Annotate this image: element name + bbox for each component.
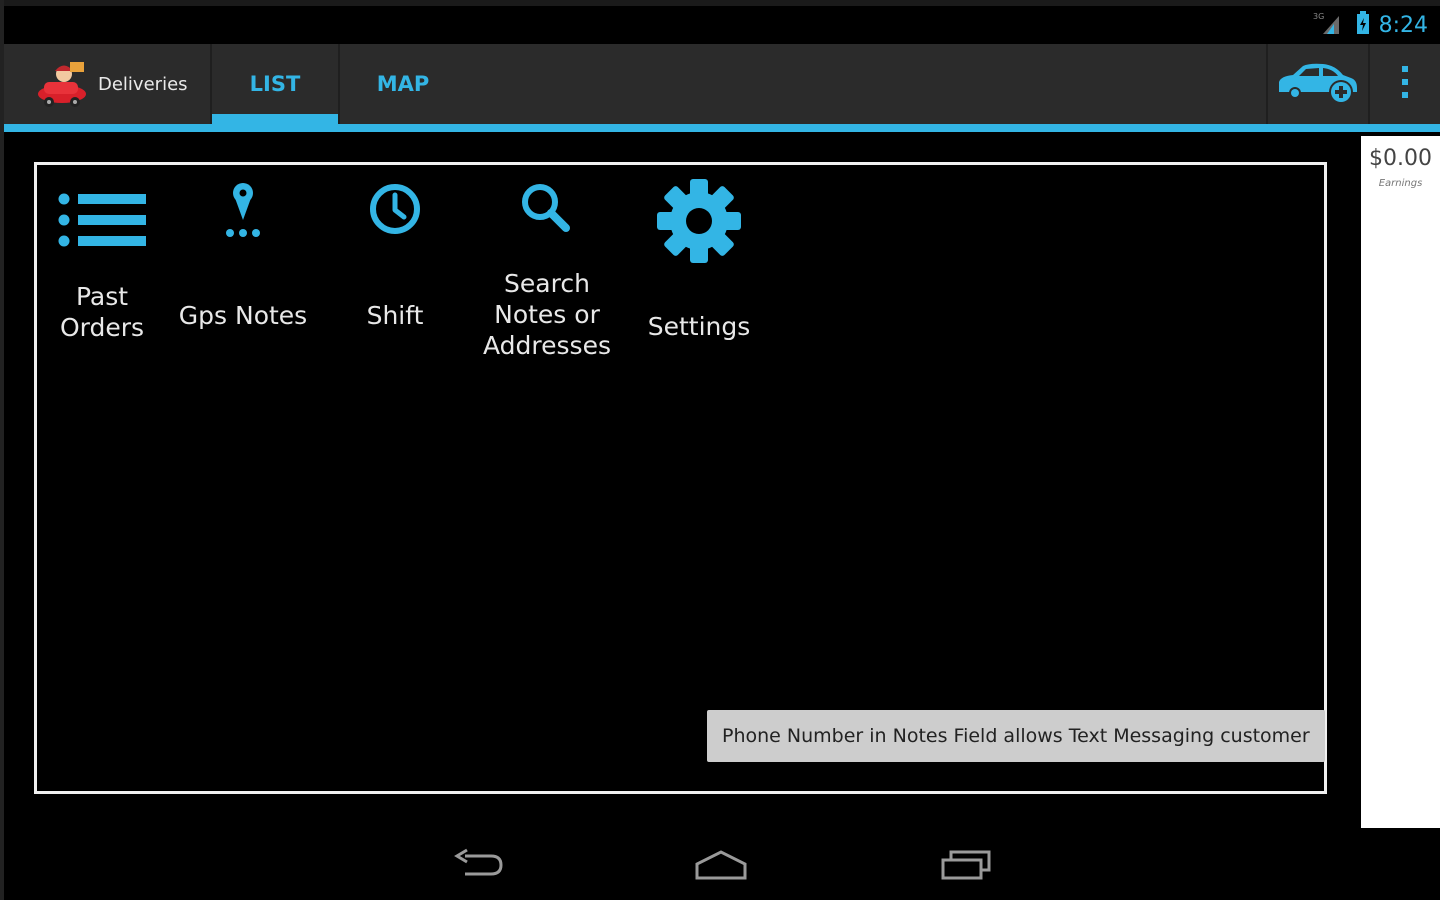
add-car-icon bbox=[1273, 58, 1363, 110]
menu-item-search[interactable]: Search Notes or Addresses bbox=[472, 175, 622, 375]
tab-map-label: MAP bbox=[376, 72, 430, 96]
clock-icon bbox=[320, 181, 470, 237]
toast-text: Phone Number in Notes Field allows Text … bbox=[722, 725, 1310, 747]
battery-icon bbox=[1355, 10, 1371, 40]
main-menu-panel: Past Orders Gps Notes Shift Search Notes… bbox=[34, 162, 1327, 794]
menu-item-label: Search Notes or Addresses bbox=[483, 269, 611, 360]
status-icons: 3G 8:24 bbox=[1313, 10, 1428, 40]
toast-message: Phone Number in Notes Field allows Text … bbox=[707, 710, 1325, 762]
recent-apps-icon bbox=[935, 848, 995, 886]
window-left-border bbox=[0, 0, 4, 900]
gear-icon bbox=[624, 175, 774, 267]
selected-tab-indicator bbox=[212, 114, 338, 124]
action-bar: Deliveries LIST MAP bbox=[4, 44, 1440, 124]
menu-item-past-orders[interactable]: Past Orders bbox=[27, 175, 177, 375]
menu-item-label: Shift bbox=[366, 301, 424, 330]
back-button[interactable] bbox=[444, 842, 514, 892]
signal-icon: 3G bbox=[1313, 10, 1347, 40]
network-type-badge: 3G bbox=[1313, 12, 1324, 21]
tab-list[interactable]: LIST bbox=[212, 44, 338, 124]
back-arrow-icon bbox=[451, 848, 507, 886]
search-icon bbox=[472, 180, 622, 238]
menu-item-label: Settings bbox=[647, 312, 751, 341]
menu-item-label: Past Orders bbox=[59, 282, 145, 342]
app-brand[interactable]: Deliveries bbox=[4, 44, 210, 124]
menu-item-label: Gps Notes bbox=[178, 301, 308, 330]
list-icon bbox=[27, 190, 177, 250]
gps-pin-icon bbox=[168, 180, 318, 240]
add-delivery-button[interactable] bbox=[1268, 44, 1368, 124]
app-title: Deliveries bbox=[98, 73, 188, 95]
status-time: 8:24 bbox=[1378, 12, 1428, 38]
home-icon bbox=[691, 848, 751, 886]
earnings-panel[interactable]: $0.00 Earnings bbox=[1361, 136, 1440, 828]
action-bar-accent-line bbox=[4, 124, 1440, 132]
delivery-car-logo-icon bbox=[34, 60, 90, 108]
home-button[interactable] bbox=[686, 842, 756, 892]
overflow-menu-button[interactable] bbox=[1370, 44, 1440, 124]
status-bar: 3G 8:24 bbox=[4, 6, 1440, 44]
menu-item-gps-notes[interactable]: Gps Notes bbox=[168, 175, 318, 375]
tab-list-label: LIST bbox=[249, 72, 301, 96]
recent-apps-button[interactable] bbox=[930, 842, 1000, 892]
menu-item-shift[interactable]: Shift bbox=[320, 175, 470, 375]
earnings-value: $0.00 bbox=[1369, 146, 1432, 171]
overflow-dots-icon bbox=[1400, 64, 1410, 104]
menu-item-settings[interactable]: Settings bbox=[624, 175, 774, 375]
tab-map[interactable]: MAP bbox=[340, 44, 466, 124]
earnings-label: Earnings bbox=[1378, 178, 1423, 189]
